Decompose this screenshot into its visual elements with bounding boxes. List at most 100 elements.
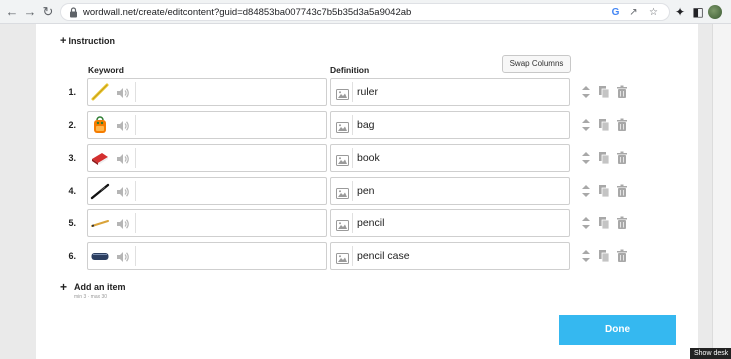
- keyword-field[interactable]: [87, 144, 327, 172]
- field-divider: [135, 148, 136, 168]
- keyword-field[interactable]: [87, 209, 327, 237]
- field-divider: [135, 181, 136, 201]
- item-row: 6. pencil case: [60, 242, 640, 270]
- lock-icon: [70, 7, 77, 18]
- add-image-icon[interactable]: [336, 186, 349, 199]
- reorder-icon[interactable]: [580, 118, 592, 132]
- back-icon[interactable]: ←: [4, 4, 20, 20]
- speaker-icon[interactable]: [116, 152, 130, 164]
- field-divider: [135, 246, 136, 266]
- forward-icon[interactable]: →: [22, 4, 38, 20]
- definition-field[interactable]: book: [330, 144, 570, 172]
- add-image-icon[interactable]: [336, 120, 349, 133]
- speaker-icon[interactable]: [116, 185, 130, 197]
- item-number: 3.: [68, 153, 76, 163]
- browser-toolbar: ← → ↻ wordwall.net/create/editcontent?gu…: [0, 0, 731, 24]
- add-image-icon[interactable]: [336, 218, 349, 231]
- url-text: wordwall.net/create/editcontent?guid=d84…: [83, 7, 412, 18]
- definition-field[interactable]: pencil case: [330, 242, 570, 270]
- delete-icon[interactable]: [616, 151, 628, 165]
- address-bar[interactable]: wordwall.net/create/editcontent?guid=d84…: [60, 3, 670, 21]
- item-row: 5. pencil: [60, 209, 640, 237]
- google-icon[interactable]: G: [609, 6, 622, 19]
- field-divider: [352, 148, 353, 168]
- item-limit-hint: min 3 · max 30: [74, 294, 108, 300]
- duplicate-icon[interactable]: [598, 184, 610, 198]
- field-divider: [352, 246, 353, 266]
- item-number: 2.: [68, 120, 76, 130]
- keyword-field[interactable]: [87, 78, 327, 106]
- duplicate-icon[interactable]: [598, 151, 610, 165]
- item-number: 6.: [68, 251, 76, 261]
- field-divider: [352, 82, 353, 102]
- reorder-icon[interactable]: [580, 184, 592, 198]
- definition-text[interactable]: ruler: [357, 86, 378, 98]
- instruction-label: Instruction: [68, 36, 115, 46]
- item-row: 4. pen: [60, 177, 640, 205]
- field-divider: [352, 115, 353, 135]
- page-scroll-strip: [712, 24, 731, 359]
- bag-image[interactable]: [89, 113, 111, 137]
- side-panel-icon[interactable]: ◧: [690, 4, 706, 20]
- definition-text[interactable]: pen: [357, 185, 375, 197]
- ruler-image[interactable]: [89, 80, 111, 104]
- field-divider: [135, 82, 136, 102]
- speaker-icon[interactable]: [116, 119, 130, 131]
- speaker-icon[interactable]: [116, 86, 130, 98]
- duplicate-icon[interactable]: [598, 118, 610, 132]
- duplicate-icon[interactable]: [598, 85, 610, 99]
- add-image-icon[interactable]: [336, 153, 349, 166]
- reorder-icon[interactable]: [580, 249, 592, 263]
- add-item-label: Add an item: [74, 282, 126, 292]
- plus-icon: +: [60, 280, 68, 294]
- field-divider: [352, 213, 353, 233]
- item-number: 1.: [68, 87, 76, 97]
- pencil-image[interactable]: [89, 211, 111, 235]
- done-button[interactable]: Done: [559, 315, 676, 345]
- definition-field[interactable]: pen: [330, 177, 570, 205]
- add-image-icon[interactable]: [336, 87, 349, 100]
- taskbar-tooltip: Show desk: [690, 348, 731, 359]
- definition-text[interactable]: pencil: [357, 217, 384, 229]
- add-image-icon[interactable]: [336, 251, 349, 264]
- pen-image[interactable]: [89, 179, 111, 203]
- keyword-field[interactable]: [87, 111, 327, 139]
- profile-avatar[interactable]: [708, 5, 722, 19]
- keyword-field[interactable]: [87, 242, 327, 270]
- item-number: 5.: [68, 218, 76, 228]
- definition-field[interactable]: bag: [330, 111, 570, 139]
- keyword-field[interactable]: [87, 177, 327, 205]
- duplicate-icon[interactable]: [598, 216, 610, 230]
- field-divider: [135, 213, 136, 233]
- reload-icon[interactable]: ↻: [40, 4, 56, 20]
- reorder-icon[interactable]: [580, 216, 592, 230]
- delete-icon[interactable]: [616, 184, 628, 198]
- item-row: 1. ruler: [60, 78, 640, 106]
- speaker-icon[interactable]: [116, 250, 130, 262]
- item-row: 3. book: [60, 144, 640, 172]
- extensions-icon[interactable]: ✦: [672, 4, 688, 20]
- add-item-button[interactable]: + Add an item: [60, 280, 126, 294]
- delete-icon[interactable]: [616, 216, 628, 230]
- reorder-icon[interactable]: [580, 151, 592, 165]
- definition-field[interactable]: ruler: [330, 78, 570, 106]
- duplicate-icon[interactable]: [598, 249, 610, 263]
- reorder-icon[interactable]: [580, 85, 592, 99]
- bookmark-star-icon[interactable]: ☆: [647, 6, 660, 19]
- pencil-case-image[interactable]: [89, 244, 111, 268]
- swap-columns-button[interactable]: Swap Columns: [502, 55, 571, 73]
- delete-icon[interactable]: [616, 118, 628, 132]
- field-divider: [135, 115, 136, 135]
- definition-text[interactable]: book: [357, 152, 380, 164]
- book-image[interactable]: [89, 146, 111, 170]
- add-instruction-button[interactable]: + Instruction: [60, 35, 115, 47]
- delete-icon[interactable]: [616, 249, 628, 263]
- speaker-icon[interactable]: [116, 217, 130, 229]
- delete-icon[interactable]: [616, 85, 628, 99]
- definition-text[interactable]: bag: [357, 119, 375, 131]
- definition-text[interactable]: pencil case: [357, 250, 410, 262]
- field-divider: [352, 181, 353, 201]
- definition-field[interactable]: pencil: [330, 209, 570, 237]
- share-icon[interactable]: ↗: [627, 6, 640, 19]
- item-row: 2. bag: [60, 111, 640, 139]
